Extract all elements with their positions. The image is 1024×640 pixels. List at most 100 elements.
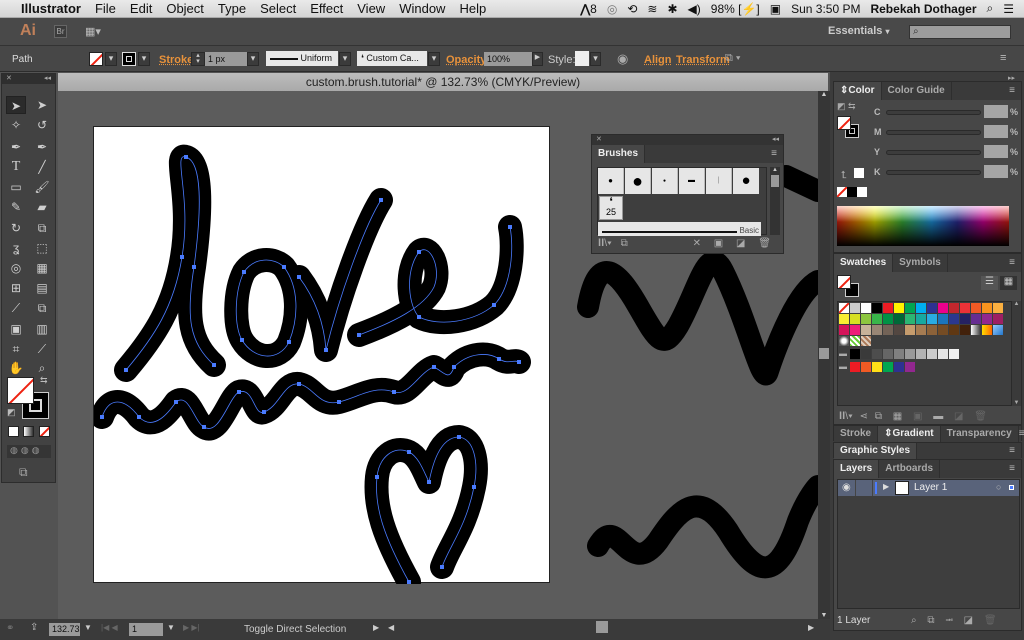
workspace-switcher[interactable]: Essentials ▾ (828, 25, 890, 37)
swatch[interactable] (861, 325, 871, 335)
artboard[interactable] (93, 126, 550, 584)
layers-panel-menu-icon[interactable]: ≡ (1009, 460, 1021, 478)
swatch[interactable] (850, 314, 860, 324)
brush-item-4[interactable]: ▬ (679, 168, 705, 194)
menu-help[interactable]: Help (452, 0, 493, 18)
swatch[interactable] (982, 303, 992, 313)
libraries-panel-icon[interactable]: ⧉ (621, 238, 628, 249)
swatch[interactable] (905, 314, 915, 324)
swatch[interactable] (960, 325, 970, 335)
channel-m-input[interactable] (984, 125, 1008, 138)
swatch[interactable] (938, 314, 948, 324)
brush-item-6[interactable]: ● (733, 168, 759, 194)
brush-item-1[interactable]: ● (598, 168, 624, 194)
time-machine-icon[interactable]: ⟲ (627, 2, 637, 16)
swatch[interactable] (938, 303, 948, 313)
swatch[interactable] (960, 303, 970, 313)
show-swatch-kinds-icon[interactable]: ⧉ (875, 411, 882, 422)
brushes-scrollbar[interactable]: ▲ (770, 167, 780, 235)
expand-layer-icon[interactable]: ▶ (883, 482, 889, 491)
direct-selection-tool[interactable]: ➤ (32, 96, 52, 114)
tab-artboards[interactable]: Artboards (879, 460, 941, 478)
swatch[interactable] (883, 325, 893, 335)
gray-swatch[interactable] (850, 349, 860, 359)
swatch[interactable] (916, 325, 926, 335)
tab-transparency[interactable]: Transparency (941, 426, 1019, 442)
remove-brush-stroke-icon[interactable]: ✕ (693, 238, 701, 249)
share-icon[interactable]: ⇪ (30, 622, 38, 633)
channel-m-slider[interactable] (886, 130, 981, 135)
gray-swatch[interactable] (916, 349, 926, 359)
scroll-right-button[interactable]: ▶ (808, 623, 814, 632)
swatches-scrollbar[interactable]: ▲ ▼ (1012, 301, 1021, 406)
perspective-grid-tool[interactable]: ▦ (32, 259, 52, 277)
pencil-tool[interactable]: ✎ (6, 198, 26, 216)
color-panel-menu-icon[interactable]: ≡ (1009, 82, 1021, 100)
status-text[interactable]: Toggle Direct Selection (244, 624, 346, 635)
brush-item-5[interactable]: | (706, 168, 732, 194)
layer-name[interactable]: Layer 1 (914, 482, 947, 493)
selection-indicator[interactable] (1009, 485, 1014, 490)
delete-brush-icon[interactable]: 🗑 (758, 238, 771, 249)
first-artboard-button[interactable]: |◀ ◀ (101, 623, 118, 632)
group-swatch[interactable] (872, 362, 882, 372)
shape-builder-tool[interactable]: ◎ (6, 259, 26, 277)
tab-brushes[interactable]: Brushes (592, 145, 646, 163)
line-segment-tool[interactable]: ╱ (32, 158, 52, 176)
gray-swatch[interactable] (938, 349, 948, 359)
adobe-cc-icon[interactable]: ⋀8 (580, 2, 597, 16)
channel-k-slider[interactable] (886, 170, 981, 175)
new-swatch-icon[interactable]: ◪ (954, 411, 963, 422)
swap-fill-stroke-icon[interactable]: ⇆ (40, 375, 48, 386)
close-tools-icon[interactable]: ✕ (6, 74, 12, 84)
swatch[interactable] (905, 303, 915, 313)
swatch[interactable] (971, 303, 981, 313)
swatches-panel-menu-icon[interactable]: ≡ (1009, 254, 1021, 272)
swatch[interactable] (971, 314, 981, 324)
default-fill-stroke-icon[interactable]: ◩ (7, 407, 16, 418)
swatch-libraries-icon[interactable]: 𝐈𝐈\▾ (839, 411, 853, 422)
gray-swatch[interactable] (949, 349, 959, 359)
delete-swatch-icon[interactable]: 🗑 (974, 411, 987, 422)
swatch[interactable] (916, 303, 926, 313)
fill-dropdown[interactable]: ▾ (105, 52, 117, 66)
gradient-mode-button[interactable] (23, 426, 34, 437)
paintbrush-tool[interactable]: 🖌 (32, 178, 52, 196)
swatch[interactable] (883, 314, 893, 324)
horizontal-scroll-thumb[interactable] (596, 621, 608, 633)
status-menu-button[interactable]: ▶ (373, 623, 379, 632)
tab-color-guide[interactable]: Color Guide (882, 82, 952, 100)
stroke-color-dropdown[interactable]: ▾ (138, 52, 150, 66)
scale-tool[interactable]: ⧉ (32, 219, 52, 237)
opacity-slider-button[interactable]: ▶ (532, 52, 543, 66)
delete-layer-icon[interactable]: 🗑 (984, 615, 997, 626)
last-color-swatch[interactable] (854, 168, 864, 178)
eraser-tool[interactable]: ▰ (32, 198, 52, 216)
recolor-artwork-icon[interactable]: ◉ (617, 51, 628, 67)
brush-libraries-icon[interactable]: 𝐈𝐈\▾ (598, 238, 612, 249)
scroll-left-button[interactable]: ◀ (388, 623, 394, 632)
pen-tool[interactable]: ✒ (6, 138, 26, 156)
channel-y-input[interactable] (984, 145, 1008, 158)
next-artboard-button[interactable]: ▶ ▶| (183, 623, 200, 632)
vertical-scroll-thumb[interactable] (819, 348, 829, 359)
menu-object[interactable]: Object (159, 0, 211, 18)
locate-object-icon[interactable]: ⌕ (911, 615, 917, 626)
eyedropper-tool[interactable]: ⟋ (6, 299, 26, 317)
mesh-tool[interactable]: ⊞ (6, 279, 26, 297)
type-tool[interactable]: T (6, 158, 26, 176)
add-to-library-icon[interactable]: ⋖ (860, 411, 868, 422)
list-view-button[interactable]: ☰ (981, 276, 998, 290)
swatch[interactable] (971, 325, 981, 335)
swatch[interactable] (916, 314, 926, 324)
curvature-tool[interactable]: ✒ (32, 138, 52, 156)
pattern-swatch[interactable] (839, 336, 849, 346)
swatches-fill-box[interactable] (837, 275, 851, 289)
fill-swatch[interactable] (89, 52, 103, 66)
menu-effect[interactable]: Effect (303, 0, 350, 18)
free-transform-tool[interactable]: ⬚ (32, 239, 52, 257)
isolate-object-icon[interactable]: ⧉ ▾ (725, 52, 741, 65)
channel-y-slider[interactable] (886, 150, 981, 155)
brush-item-basic[interactable]: Basic (598, 222, 761, 236)
target-icon[interactable]: ○ (996, 482, 1001, 492)
